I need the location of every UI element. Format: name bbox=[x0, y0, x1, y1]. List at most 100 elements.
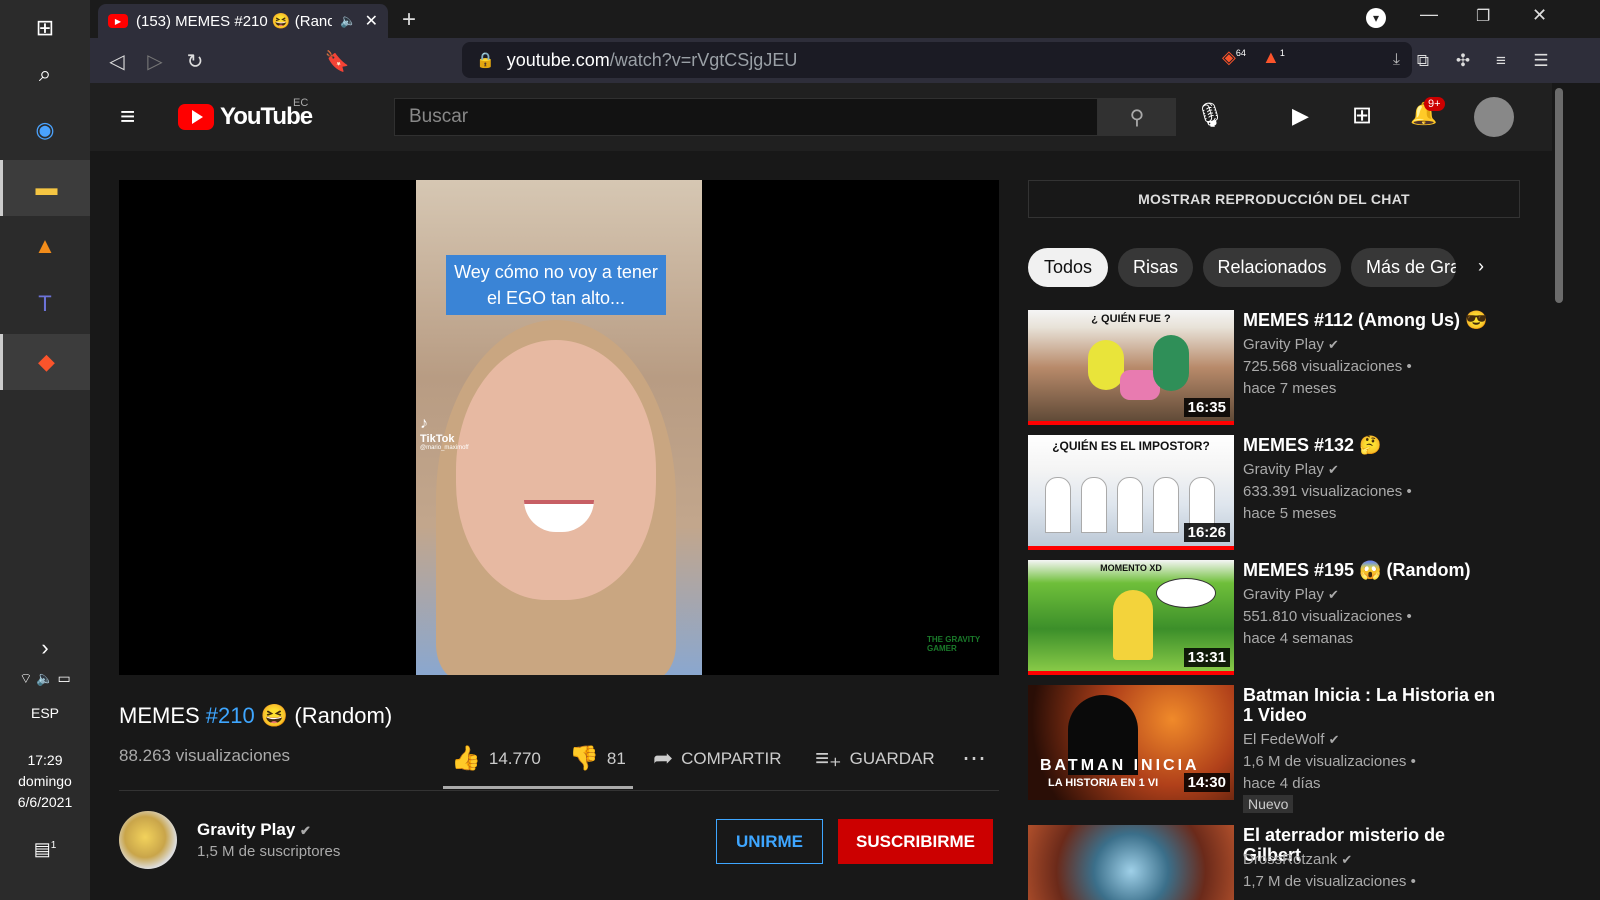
url-path: /watch?v=rVgtCSjgJEU bbox=[609, 49, 798, 70]
speech-bubble-shape bbox=[1156, 578, 1216, 608]
brave-shields-icon[interactable]: ◈64 bbox=[1222, 47, 1252, 73]
duration-badge: 14:30 bbox=[1183, 773, 1230, 792]
divider bbox=[119, 790, 999, 791]
share-button[interactable]: ➦ COMPARTIR bbox=[653, 744, 782, 773]
recommendation-item[interactable]: MOMENTO XD 13:31 MEMES #195 😱 (Random) G… bbox=[1028, 560, 1528, 675]
recommendation-item[interactable]: ¿QUIÉN ES EL IMPOSTOR? 16:26 MEMES #132 … bbox=[1028, 435, 1528, 550]
recommendation-item[interactable]: BATMAN INICIA LA HISTORIA EN 1 VI 14:30 … bbox=[1028, 685, 1528, 813]
url-host: youtube.com bbox=[506, 49, 610, 70]
teams-icon[interactable]: T bbox=[0, 276, 90, 332]
reload-icon[interactable]: ↻ bbox=[180, 46, 210, 76]
translate-icon[interactable]: ⧉ bbox=[1408, 46, 1438, 76]
brave-icon[interactable]: ◆ bbox=[0, 334, 90, 390]
notification-badge: 9+ bbox=[1424, 97, 1445, 111]
recommendation-title[interactable]: Batman Inicia : La Historia en 1 Video bbox=[1243, 685, 1503, 725]
video-player[interactable]: Wey cómo no voy a tener el EGO tan alto.… bbox=[119, 180, 999, 675]
new-tab-icon[interactable]: + bbox=[402, 6, 416, 34]
channel-name[interactable]: Gravity Play ✔ bbox=[197, 820, 311, 840]
dislike-button[interactable]: 👎 81 bbox=[569, 744, 626, 773]
share-label: COMPARTIR bbox=[681, 748, 782, 768]
account-avatar[interactable] bbox=[1474, 97, 1514, 137]
show-chat-replay-button[interactable]: MOSTRAR REPRODUCCIÓN DEL CHAT bbox=[1028, 180, 1520, 218]
clock-time[interactable]: 17:29 bbox=[0, 750, 90, 771]
browser-app-icon[interactable]: ◉ bbox=[0, 102, 90, 158]
brave-shields-count: 64 bbox=[1235, 48, 1246, 58]
search-icon[interactable]: ⌕ bbox=[0, 46, 90, 102]
extensions-icon[interactable]: ✣ bbox=[1448, 46, 1478, 76]
recommendation-channel[interactable]: Gravity Play ✔ bbox=[1243, 586, 1339, 603]
among-us-yellow-shape bbox=[1088, 340, 1124, 390]
vlc-icon[interactable]: ▲ bbox=[0, 218, 90, 274]
recommendation-item[interactable]: ¿ QUIÉN FUE ? 16:35 MEMES #112 (Among Us… bbox=[1028, 310, 1528, 425]
save-button[interactable]: ≡₊ GUARDAR bbox=[815, 744, 935, 773]
hamburger-menu-icon[interactable]: ≡ bbox=[120, 101, 135, 132]
chip-mas-de[interactable]: Más de Gra bbox=[1351, 248, 1456, 287]
channel-avatar[interactable] bbox=[119, 811, 177, 869]
video-thumbnail[interactable] bbox=[1028, 825, 1234, 900]
microphone-icon[interactable]: 🎙 bbox=[1195, 101, 1225, 130]
verified-icon: ✔ bbox=[300, 823, 311, 838]
scrollbar-thumb[interactable] bbox=[1555, 88, 1563, 303]
like-ratio-bar bbox=[443, 786, 633, 789]
recommendation-channel[interactable]: Gravity Play ✔ bbox=[1243, 336, 1339, 353]
close-tab-icon[interactable]: ✕ bbox=[365, 11, 378, 31]
thumbs-up-icon: 👍 bbox=[451, 745, 481, 772]
menu-icon[interactable]: ☰ bbox=[1526, 46, 1556, 76]
chip-relacionados[interactable]: Relacionados bbox=[1203, 248, 1341, 287]
recommendation-channel[interactable]: DrossRotzank ✔ bbox=[1243, 851, 1352, 868]
title-prefix: MEMES bbox=[119, 703, 206, 728]
chip-todos[interactable]: Todos bbox=[1028, 248, 1108, 287]
minimize-icon[interactable]: — bbox=[1420, 4, 1438, 25]
tab-search-icon[interactable]: ▾ bbox=[1366, 8, 1386, 28]
watched-progress-bar bbox=[1028, 546, 1234, 550]
video-title: MEMES #210 😆 (Random) bbox=[119, 703, 392, 729]
view-count: 88.263 visualizaciones bbox=[119, 746, 291, 765]
apps-grid-icon[interactable]: ⊞ bbox=[1352, 101, 1372, 130]
recommendation-title[interactable]: MEMES #112 (Among Us) 😎 bbox=[1243, 310, 1503, 330]
language-indicator[interactable]: ESP bbox=[0, 703, 90, 724]
media-queue-icon[interactable]: ≡ bbox=[1486, 46, 1516, 76]
chip-risas[interactable]: Risas bbox=[1118, 248, 1193, 287]
browser-tab[interactable]: ▶ (153) MEMES #210 😆 (Rando 🔈 ✕ bbox=[98, 4, 388, 38]
video-thumbnail[interactable]: ¿QUIÉN ES EL IMPOSTOR? 16:26 bbox=[1028, 435, 1234, 550]
search-icon: ⚲ bbox=[1129, 106, 1145, 129]
channel-name-text: Gravity Play bbox=[197, 820, 296, 839]
maximize-icon[interactable]: ❐ bbox=[1476, 6, 1490, 26]
install-app-icon[interactable]: ⤓ bbox=[1393, 51, 1400, 69]
thumbnail-text: ¿ QUIÉN FUE ? bbox=[1091, 313, 1171, 325]
watched-progress-bar bbox=[1028, 421, 1234, 425]
notification-count: 1 bbox=[50, 840, 57, 851]
recommendation-item[interactable]: El aterrador misterio de Gilbert DrossRo… bbox=[1028, 825, 1528, 900]
recommendation-channel[interactable]: El FedeWolf ✔ bbox=[1243, 731, 1340, 748]
youtube-logo[interactable]: YouTube bbox=[178, 103, 313, 131]
join-button[interactable]: UNIRME bbox=[716, 819, 823, 864]
speaker-icon[interactable]: 🔈 bbox=[340, 13, 356, 29]
close-window-icon[interactable]: ✕ bbox=[1532, 5, 1547, 26]
video-thumbnail[interactable]: ¿ QUIÉN FUE ? 16:35 bbox=[1028, 310, 1234, 425]
subscribe-button[interactable]: SUSCRIBIRME bbox=[838, 819, 993, 864]
tiktok-user: @mario_maximoff bbox=[420, 445, 469, 451]
title-hashtag[interactable]: #210 bbox=[206, 703, 255, 728]
create-video-icon[interactable]: ▶ bbox=[1292, 103, 1309, 129]
recommendation-title[interactable]: MEMES #195 😱 (Random) bbox=[1243, 560, 1503, 580]
lock-icon[interactable]: 🔒 bbox=[476, 51, 495, 69]
like-button[interactable]: 👍 14.770 bbox=[451, 744, 541, 773]
windows-taskbar: ⊞ ⌕ ◉ ▬ ▲ T ◆ › ⌔ 🔈 ▭ ESP 17:29 domingo … bbox=[0, 0, 90, 900]
video-thumbnail[interactable]: MOMENTO XD 13:31 bbox=[1028, 560, 1234, 675]
chevron-right-icon[interactable]: › bbox=[1478, 256, 1484, 277]
more-actions-button[interactable]: ⋯ bbox=[962, 744, 986, 773]
forward-icon[interactable]: ▷ bbox=[140, 46, 170, 76]
back-icon[interactable]: ◁ bbox=[102, 46, 132, 76]
notification-center-icon[interactable]: ▤1 bbox=[0, 835, 90, 860]
duration-badge: 16:35 bbox=[1183, 398, 1230, 417]
recommendation-title[interactable]: MEMES #132 🤔 bbox=[1243, 435, 1503, 455]
search-input[interactable]: Buscar bbox=[394, 98, 1098, 136]
system-tray-icons[interactable]: ⌔ 🔈 ▭ bbox=[0, 668, 90, 689]
recommendation-channel[interactable]: Gravity Play ✔ bbox=[1243, 461, 1339, 478]
video-thumbnail[interactable]: BATMAN INICIA LA HISTORIA EN 1 VI 14:30 bbox=[1028, 685, 1234, 800]
bookmark-icon[interactable]: 🔖 bbox=[322, 46, 352, 76]
file-explorer-icon[interactable]: ▬ bbox=[0, 160, 90, 216]
recommendation-age: hace 5 meses bbox=[1243, 505, 1337, 522]
brave-rewards-icon[interactable]: ▲1 bbox=[1262, 47, 1292, 73]
search-button[interactable]: ⚲ bbox=[1098, 98, 1176, 136]
